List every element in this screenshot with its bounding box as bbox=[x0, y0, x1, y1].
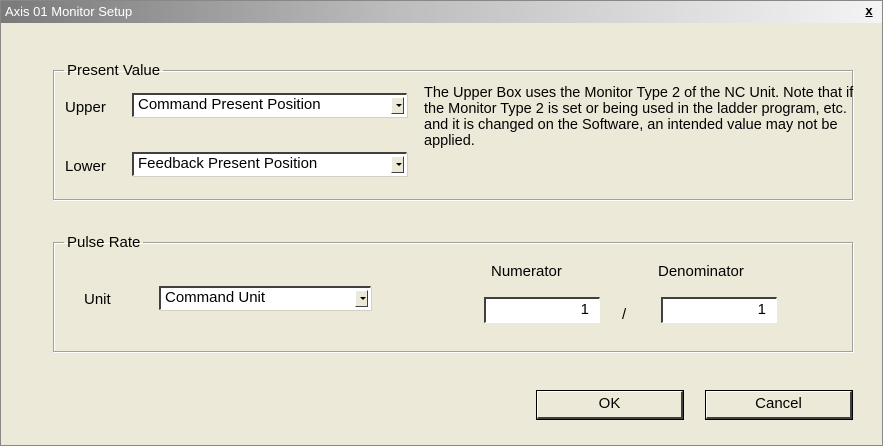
upper-label: Upper bbox=[65, 99, 106, 116]
chevron-down-icon[interactable] bbox=[355, 290, 368, 307]
ok-button[interactable]: OK bbox=[537, 391, 683, 419]
numerator-input[interactable]: 1 bbox=[484, 297, 600, 323]
monitor-setup-dialog: Axis 01 Monitor Setup x Present Value Up… bbox=[0, 0, 883, 446]
lower-label: Lower bbox=[65, 158, 106, 175]
lower-select[interactable]: Feedback Present Position bbox=[132, 152, 407, 176]
chevron-down-icon[interactable] bbox=[391, 97, 404, 114]
lower-select-value: Feedback Present Position bbox=[138, 155, 318, 172]
unit-select-value: Command Unit bbox=[165, 289, 266, 306]
upper-select[interactable]: Command Present Position bbox=[132, 93, 407, 117]
pulse-rate-legend: Pulse Rate bbox=[67, 234, 141, 251]
present-value-legend: Present Value bbox=[67, 62, 161, 79]
unit-label: Unit bbox=[84, 291, 111, 308]
numerator-label: Numerator bbox=[491, 263, 562, 280]
close-button[interactable]: x bbox=[862, 4, 876, 19]
cancel-button[interactable]: Cancel bbox=[706, 391, 852, 419]
unit-select[interactable]: Command Unit bbox=[159, 286, 371, 310]
denominator-label: Denominator bbox=[658, 263, 744, 280]
upper-select-value: Command Present Position bbox=[138, 96, 321, 113]
denominator-input[interactable]: 1 bbox=[661, 297, 777, 323]
chevron-down-icon[interactable] bbox=[391, 156, 404, 173]
ratio-separator: / bbox=[622, 306, 627, 323]
window-title: Axis 01 Monitor Setup bbox=[5, 4, 133, 19]
title-bar: Axis 01 Monitor Setup x bbox=[1, 1, 882, 23]
monitor-type-note: The Upper Box uses the Monitor Type 2 of… bbox=[424, 85, 854, 149]
